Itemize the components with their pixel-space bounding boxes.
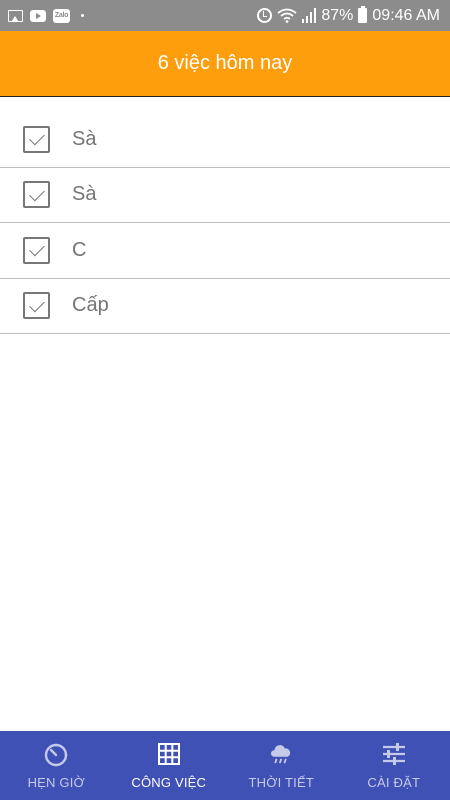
nav-label-timer: HẸN GIỜ xyxy=(27,775,85,790)
task-row[interactable]: Cấp xyxy=(0,279,450,334)
alarm-icon xyxy=(257,8,273,23)
check-icon xyxy=(28,241,45,257)
task-checkbox[interactable] xyxy=(23,292,50,320)
bottom-navigation: HẸN GIỜ CÔNG VIỆC THỜI TIẾT CÀI ĐẶT xyxy=(0,731,450,800)
task-checkbox[interactable] xyxy=(23,125,50,153)
youtube-icon xyxy=(30,9,46,22)
status-right-icons: 87% 09:46 AM xyxy=(257,6,440,24)
status-bar: Zalo 87% 09:46 AM xyxy=(0,0,450,31)
battery-percent: 87% xyxy=(321,6,354,24)
app-bar: 6 việc hôm nay xyxy=(0,31,450,97)
wifi-icon xyxy=(277,8,297,23)
task-checkbox[interactable] xyxy=(23,236,50,264)
check-icon xyxy=(28,130,45,146)
nav-label-weather: THỜI TIẾT xyxy=(248,775,314,790)
task-text: Sà xyxy=(72,183,97,206)
signal-icon xyxy=(302,8,317,23)
settings-sliders-icon xyxy=(381,741,407,767)
zalo-icon: Zalo xyxy=(53,8,70,23)
task-text: Sà xyxy=(72,127,97,150)
task-text: Cấp xyxy=(72,294,109,317)
gallery-icon xyxy=(8,9,23,22)
nav-item-timer[interactable]: HẸN GIỜ xyxy=(0,731,113,800)
nav-label-tasks: CÔNG VIỆC xyxy=(131,775,207,790)
nav-item-weather[interactable]: THỜI TIẾT xyxy=(225,731,338,800)
task-list: Sà Sà C Cấp xyxy=(0,112,450,334)
task-checkbox[interactable] xyxy=(23,181,50,209)
page-title: 6 việc hôm nay xyxy=(157,52,293,74)
nav-item-settings[interactable]: CÀI ĐẶT xyxy=(338,731,450,800)
status-left-icons: Zalo xyxy=(8,8,84,23)
dot-icon xyxy=(81,14,84,17)
nav-item-tasks[interactable]: CÔNG VIỆC xyxy=(113,731,226,800)
weather-cloud-icon xyxy=(268,741,294,767)
grid-icon xyxy=(156,741,182,767)
task-text: C xyxy=(72,238,87,261)
timer-icon xyxy=(43,741,69,767)
battery-icon xyxy=(358,6,368,23)
nav-label-settings: CÀI ĐẶT xyxy=(367,775,421,790)
task-row[interactable]: Sà xyxy=(0,112,450,168)
check-icon xyxy=(28,185,45,202)
check-icon xyxy=(28,296,45,313)
task-row[interactable]: Sà xyxy=(0,168,450,223)
task-row[interactable]: C xyxy=(0,223,450,279)
status-time: 09:46 AM xyxy=(372,6,440,24)
